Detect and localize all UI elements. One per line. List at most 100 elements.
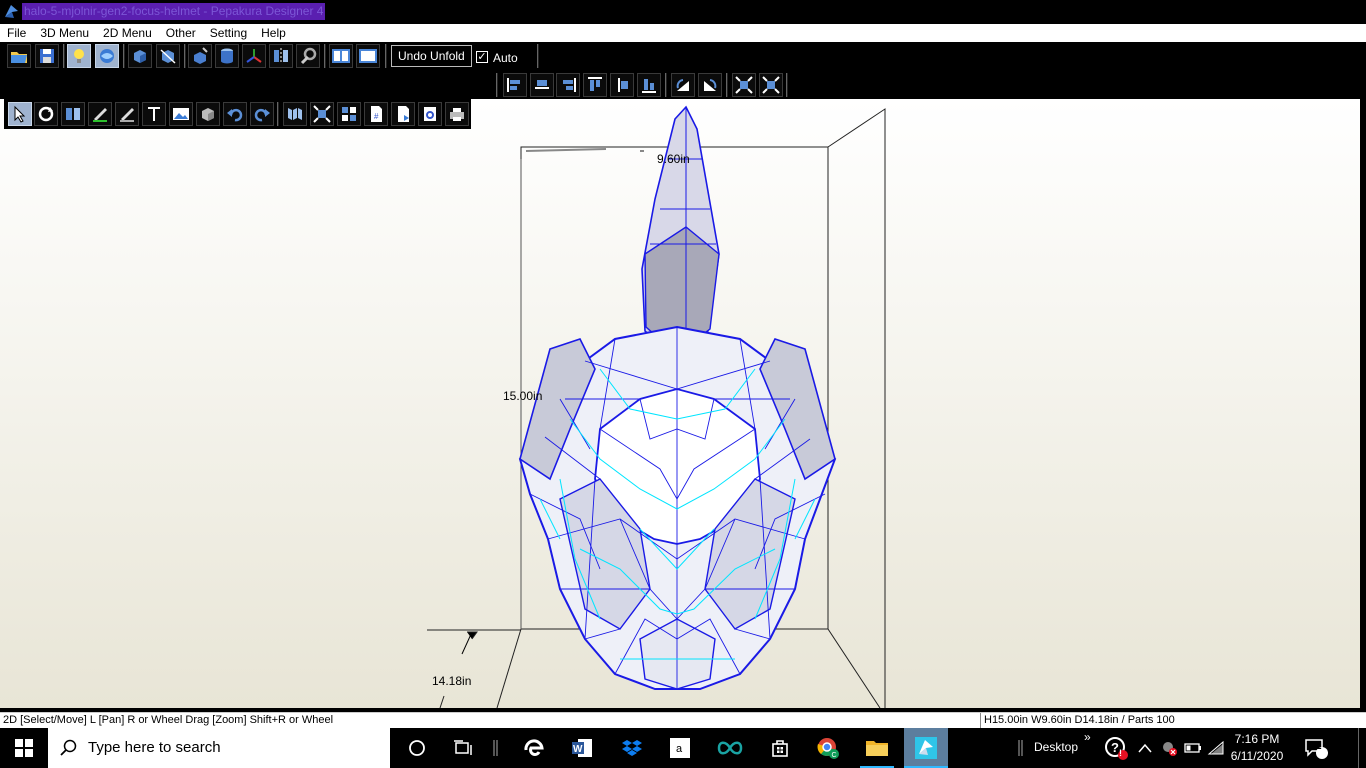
chevron-icon[interactable]: » bbox=[1084, 730, 1091, 744]
arduino-icon[interactable] bbox=[710, 728, 750, 768]
window-title: halo-5-mjolnir-gen2-focus-helmet - Pepak… bbox=[22, 3, 326, 20]
toolbar-separator bbox=[786, 73, 788, 97]
text-icon[interactable] bbox=[142, 102, 166, 126]
depth-dimension-label: 14.18in bbox=[432, 674, 471, 688]
page-number-icon[interactable]: # bbox=[364, 102, 388, 126]
page-icon[interactable] bbox=[391, 102, 415, 126]
taskbar-clock[interactable]: 7:16 PM 6/11/2020 bbox=[1222, 731, 1292, 765]
layout-1pane-icon[interactable] bbox=[356, 44, 380, 68]
notification-center-icon[interactable]: 2 bbox=[1300, 728, 1332, 768]
toolbar-separator bbox=[665, 73, 667, 97]
open-icon[interactable] bbox=[7, 44, 31, 68]
start-button[interactable] bbox=[0, 728, 48, 768]
helmet-model bbox=[518, 105, 837, 690]
image-icon[interactable] bbox=[169, 102, 193, 126]
select-face-icon[interactable] bbox=[128, 44, 152, 68]
fold-line-icon[interactable] bbox=[115, 102, 139, 126]
cut-icon[interactable] bbox=[188, 44, 212, 68]
pepakura-window: halo-5-mjolnir-gen2-focus-helmet - Pepak… bbox=[0, 0, 1366, 768]
3d-viewport[interactable]: 9.60in 15.00in 14.18in bbox=[0, 99, 1360, 708]
menu-2d[interactable]: 2D Menu bbox=[96, 24, 159, 42]
svg-text:?: ? bbox=[1111, 740, 1119, 755]
arrange-icon[interactable] bbox=[310, 102, 334, 126]
file-explorer-icon[interactable] bbox=[856, 728, 898, 768]
texture-icon[interactable] bbox=[95, 44, 119, 68]
menu-other[interactable]: Other bbox=[159, 24, 203, 42]
auto-checkbox[interactable]: ✓ bbox=[476, 51, 488, 63]
undo-unfold-button[interactable]: Undo Unfold bbox=[391, 45, 472, 67]
menu-setting[interactable]: Setting bbox=[203, 24, 254, 42]
align-right-icon[interactable] bbox=[556, 73, 580, 97]
expand-icon[interactable] bbox=[759, 73, 783, 97]
height-dimension-label: 15.00in bbox=[503, 389, 542, 403]
network-error-icon[interactable] bbox=[1158, 728, 1180, 768]
toolbar-separator bbox=[63, 44, 65, 68]
toolbar-separator bbox=[277, 102, 279, 126]
align-hcenter-icon[interactable] bbox=[530, 73, 554, 97]
clock-time: 7:16 PM bbox=[1234, 732, 1280, 746]
notification-count: 2 bbox=[1316, 741, 1322, 752]
clock-date: 6/11/2020 bbox=[1230, 749, 1284, 763]
battery-icon[interactable] bbox=[1182, 728, 1204, 768]
align-bottom-icon[interactable] bbox=[637, 73, 661, 97]
toolbar-separator bbox=[324, 44, 326, 68]
join-icon[interactable] bbox=[61, 102, 85, 126]
unfold-icon[interactable] bbox=[283, 102, 307, 126]
rotate-left-icon[interactable] bbox=[671, 73, 695, 97]
select-move-icon[interactable] bbox=[8, 102, 32, 126]
desktop-toolbar-divider bbox=[1016, 728, 1026, 768]
cortana-icon[interactable] bbox=[398, 728, 436, 768]
menu-bar: File 3D Menu 2D Menu Other Setting Help bbox=[0, 24, 1366, 42]
dropbox-icon[interactable] bbox=[612, 728, 652, 768]
rotate-right-icon[interactable] bbox=[698, 73, 722, 97]
pepakura-taskbar-button[interactable] bbox=[904, 728, 948, 768]
store-icon[interactable] bbox=[760, 728, 800, 768]
cylinder-icon[interactable] bbox=[215, 44, 239, 68]
undo-icon[interactable] bbox=[223, 102, 247, 126]
align-toolbar bbox=[0, 71, 1366, 99]
show-hidden-icons-chevron-icon[interactable] bbox=[1134, 728, 1156, 768]
svg-text:C: C bbox=[832, 752, 837, 759]
main-toolbar: Undo Unfold ✓ Auto bbox=[0, 42, 1366, 71]
flap-icon[interactable] bbox=[88, 102, 112, 126]
light-icon[interactable] bbox=[67, 44, 91, 68]
box-icon[interactable] bbox=[196, 102, 220, 126]
edge-browser-icon[interactable] bbox=[514, 728, 554, 768]
toolbar-separator bbox=[184, 44, 186, 68]
align-top-icon[interactable] bbox=[583, 73, 607, 97]
show-desktop-button[interactable] bbox=[1358, 728, 1366, 768]
taskbar-divider bbox=[490, 728, 502, 768]
task-view-icon[interactable] bbox=[444, 728, 482, 768]
redo-icon[interactable] bbox=[250, 102, 274, 126]
help-icon[interactable]: ?! bbox=[1100, 728, 1132, 768]
axis-icon[interactable] bbox=[242, 44, 266, 68]
layout-2pane-icon[interactable] bbox=[329, 44, 353, 68]
toolbar-separator bbox=[726, 73, 728, 97]
settings-icon[interactable] bbox=[296, 44, 320, 68]
mirror-icon[interactable] bbox=[269, 44, 293, 68]
chrome-icon[interactable]: C bbox=[808, 728, 848, 768]
title-bar: halo-5-mjolnir-gen2-focus-helmet - Pepak… bbox=[0, 0, 1366, 24]
align-left-icon[interactable] bbox=[503, 73, 527, 97]
save-icon[interactable] bbox=[35, 44, 59, 68]
word-icon[interactable]: W bbox=[562, 728, 602, 768]
model-view[interactable]: 9.60in 15.00in 14.18in bbox=[0, 99, 1360, 708]
rotate-icon[interactable] bbox=[34, 102, 58, 126]
width-dimension-label: 9.60in bbox=[657, 152, 690, 166]
align-vcenter-icon[interactable] bbox=[610, 73, 634, 97]
status-hint: 2D [Select/Move] L [Pan] R or Wheel Drag… bbox=[3, 714, 334, 726]
edge-icon[interactable] bbox=[156, 44, 180, 68]
fit-icon[interactable] bbox=[732, 73, 756, 97]
search-icon bbox=[60, 739, 77, 756]
windows-taskbar: Type here to search W a C Desktop » ?! 7… bbox=[0, 728, 1366, 768]
desktop-toolbar-label[interactable]: Desktop bbox=[1034, 740, 1078, 754]
taskbar-search[interactable]: Type here to search bbox=[48, 728, 390, 768]
print-preview-icon[interactable] bbox=[418, 102, 442, 126]
amazon-icon[interactable]: a bbox=[660, 728, 700, 768]
print-icon[interactable] bbox=[445, 102, 469, 126]
menu-help[interactable]: Help bbox=[254, 24, 293, 42]
menu-3d[interactable]: 3D Menu bbox=[33, 24, 96, 42]
menu-file[interactable]: File bbox=[0, 24, 33, 42]
status-bar: 2D [Select/Move] L [Pan] R or Wheel Drag… bbox=[0, 712, 1366, 728]
grid-icon[interactable] bbox=[337, 102, 361, 126]
